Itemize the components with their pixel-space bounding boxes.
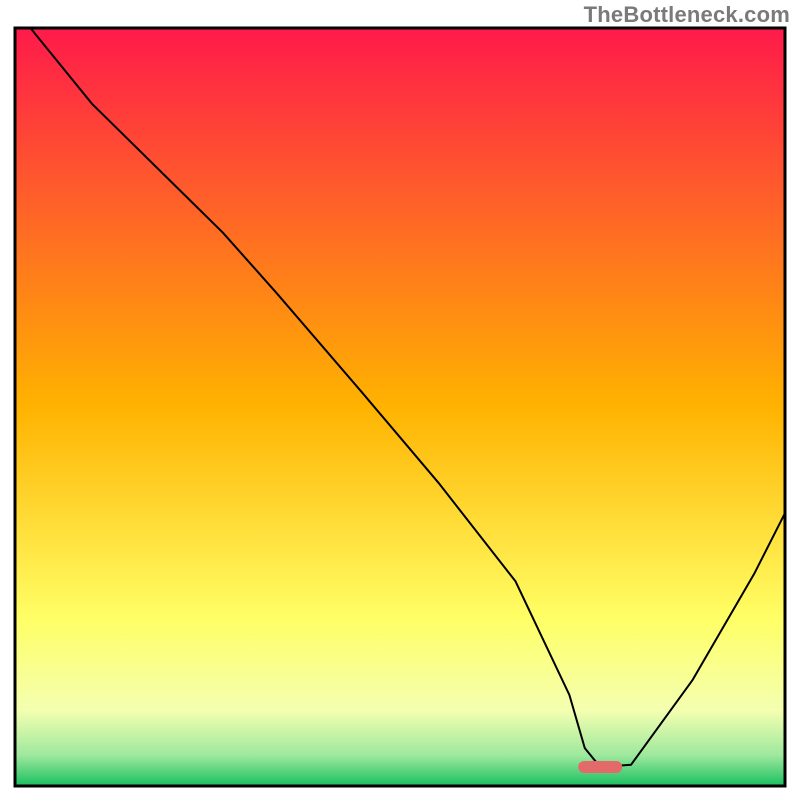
bottleneck-chart — [0, 0, 800, 800]
chart-stage: TheBottleneck.com — [0, 0, 800, 800]
optimal-marker — [578, 761, 622, 773]
